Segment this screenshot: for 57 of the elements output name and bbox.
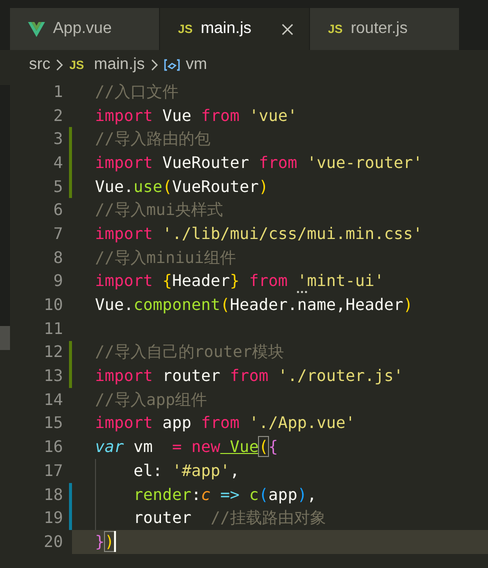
code-line: //导入app组件 [95, 390, 208, 409]
tab-label: router.js [350, 19, 408, 39]
code-line: //导入自己的router模块 [95, 343, 284, 362]
breadcrumb-item[interactable]: src [29, 53, 50, 77]
line-number: 19 [42, 507, 63, 530]
code-line: import './lib/mui/css/mui.min.css' [95, 224, 423, 243]
line-number: 13 [42, 365, 63, 388]
editor-tab[interactable]: App.vue [10, 8, 159, 50]
code-line: el: '#app', [134, 462, 240, 480]
breadcrumb-item[interactable]: vm [186, 53, 208, 77]
code-line: render:c => c(app), [134, 486, 317, 504]
js-file-icon: JS [178, 20, 193, 38]
chevron-right-icon [56, 59, 64, 71]
scroll-thumb[interactable] [0, 326, 10, 350]
line-number: 2 [52, 104, 63, 127]
code-line: //导入miniui组件 [95, 248, 236, 267]
code-line: var vm = new Vue({ [95, 438, 278, 456]
vue-logo-icon [28, 22, 45, 36]
code-line: import {Header} from 'mint-ui' [95, 272, 384, 290]
line-number: 8 [52, 246, 63, 269]
code-line: import router from './router.js' [95, 367, 404, 386]
line-number: 3 [52, 128, 63, 150]
tab-label: App.vue [53, 19, 112, 39]
code-line: }) [95, 532, 114, 551]
line-number: 20 [42, 530, 63, 553]
code-line: //导入mui央样式 [95, 201, 224, 220]
chevron-right-icon [150, 59, 158, 71]
editor-tab[interactable]: JS router.js [310, 8, 459, 50]
code-line: //入口文件 [95, 82, 178, 101]
line-number: 14 [42, 388, 63, 411]
js-file-icon: JS [69, 56, 84, 74]
code-line: import Vue from 'vue' [95, 106, 298, 125]
code-line: Vue.component(Header.name,Header) [95, 296, 413, 314]
breadcrumb-item[interactable]: main.js [94, 53, 145, 77]
line-number: 11 [42, 318, 63, 340]
line-number: 18 [42, 484, 63, 506]
editor-tab[interactable]: JS main.js [160, 8, 309, 50]
js-file-icon: JS [328, 20, 343, 38]
code-line: //导入路由的包 [95, 130, 210, 148]
line-number: 10 [42, 294, 63, 316]
line-number: 5 [52, 176, 63, 198]
tab-label: main.js [200, 19, 252, 39]
line-number: 6 [52, 199, 63, 222]
line-number: 7 [52, 222, 63, 245]
line-number: 17 [42, 460, 63, 482]
variable-symbol-icon [164, 59, 180, 71]
code-line: import VueRouter from 'vue-router' [95, 154, 423, 172]
code-line: import app from './App.vue' [95, 414, 356, 432]
line-number: 4 [52, 152, 63, 174]
line-number: 12 [42, 341, 63, 364]
line-number: 9 [52, 270, 63, 292]
line-number: 1 [52, 80, 63, 103]
line-number: 16 [42, 436, 63, 458]
close-icon[interactable] [282, 24, 293, 34]
code-line: Vue.use(VueRouter) [95, 178, 268, 196]
code-line: router //挂载路由对象 [134, 509, 326, 528]
line-number: 15 [42, 412, 63, 434]
